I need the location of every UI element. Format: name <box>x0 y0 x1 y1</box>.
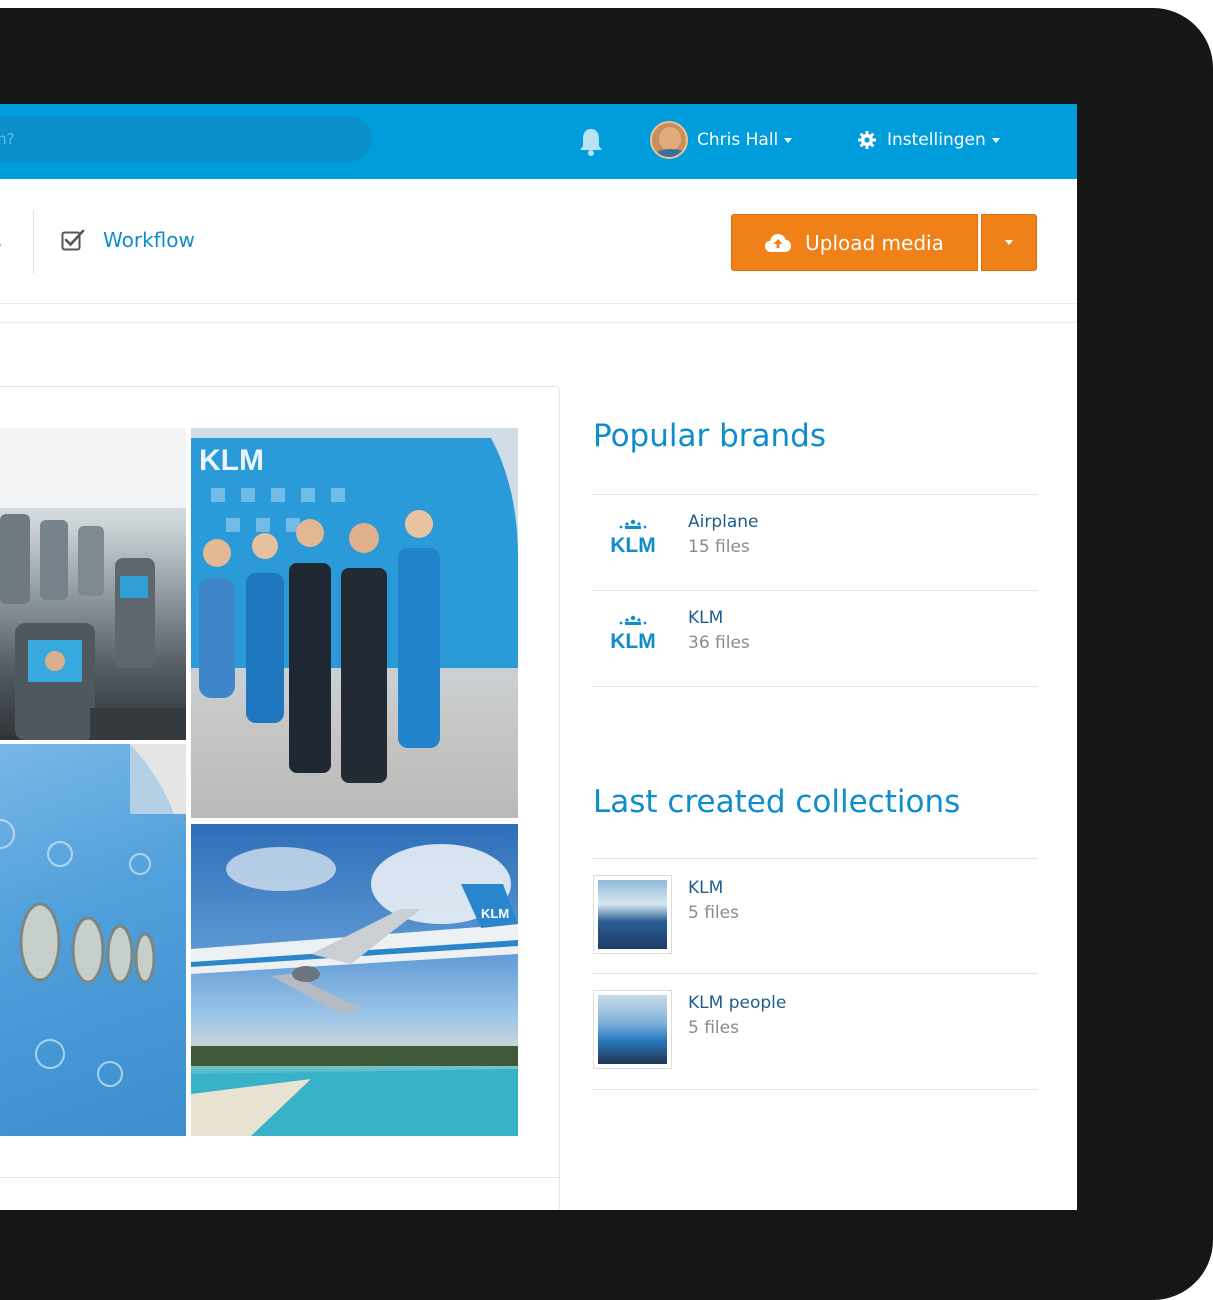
notification-bell-icon[interactable] <box>578 126 604 156</box>
user-name: Chris Hall <box>697 130 779 150</box>
upload-media-button[interactable]: Upload media <box>731 214 978 271</box>
brand-file-count: 36 files <box>688 633 750 653</box>
photo-crew-plane[interactable]: KLM <box>191 428 518 818</box>
brand-item-klm[interactable]: KLM KLM 36 files <box>593 590 1038 686</box>
collection-file-count: 5 files <box>688 1018 739 1038</box>
divider <box>593 686 1038 687</box>
search-input[interactable]: ts zoeken? <box>0 116 372 162</box>
klm-logo-icon: KLM <box>610 519 656 557</box>
nav-workflow-link[interactable]: Workflow <box>61 228 195 252</box>
crew-illustration: KLM <box>191 438 518 783</box>
workflow-label: Workflow <box>103 228 195 252</box>
collection-item-klm-people[interactable]: KLM people 5 files <box>593 973 1038 1089</box>
cabin-seats-illustration <box>0 428 186 740</box>
klm-logo-text: KLM <box>610 534 656 557</box>
settings-menu[interactable]: Instellingen <box>858 120 1000 160</box>
panel-footer-divider <box>0 1177 560 1178</box>
brand-title: Airplane <box>688 512 759 532</box>
collection-thumbnail <box>593 875 672 954</box>
collection-item-klm[interactable]: KLM 5 files <box>593 858 1038 973</box>
app-screen: ts zoeken? Chris Hall <box>0 104 1077 1210</box>
nav-divider <box>33 210 34 274</box>
user-menu[interactable]: Chris Hall <box>650 120 793 160</box>
tail-livery-text: KLM <box>481 906 509 921</box>
photo-landing-plane[interactable]: KLM <box>191 824 518 1136</box>
collection-file-count: 5 files <box>688 903 739 923</box>
chevron-down-icon <box>991 137 1000 143</box>
popular-brands-heading: Popular brands <box>593 418 826 454</box>
brand-title: KLM <box>688 608 724 628</box>
checkbox-check-icon <box>61 229 85 251</box>
fuselage-windows <box>0 744 186 1136</box>
photo-plane-fuselage[interactable] <box>0 744 186 1136</box>
chevron-down-icon <box>784 137 793 143</box>
brand-item-airplane[interactable]: KLM Airplane 15 files <box>593 494 1038 590</box>
avatar <box>650 121 688 159</box>
top-bar: ts zoeken? Chris Hall <box>0 104 1077 179</box>
collection-thumbnail <box>593 990 672 1069</box>
klm-logo-icon: KLM <box>610 615 656 653</box>
tablet-frame: ts zoeken? Chris Hall <box>0 8 1213 1300</box>
chevron-down-icon <box>1005 240 1013 245</box>
gear-icon <box>858 131 876 149</box>
subnav-border-lower <box>0 322 1077 323</box>
landing-plane-illustration: KLM <box>191 844 518 1136</box>
divider <box>593 1089 1038 1090</box>
klm-logo-text: KLM <box>610 630 656 653</box>
collection-title: KLM <box>688 878 724 898</box>
upload-options-dropdown[interactable] <box>981 214 1037 271</box>
subnav-border <box>0 303 1077 304</box>
collection-title: KLM people <box>688 993 787 1013</box>
last-collections-heading: Last created collections <box>593 784 961 820</box>
brand-file-count: 15 files <box>688 537 750 557</box>
upload-label: Upload media <box>805 230 944 255</box>
nav-guidelines-link[interactable]: delines <box>0 229 2 253</box>
cloud-upload-icon <box>765 233 792 252</box>
photo-cabin-interior[interactable] <box>0 428 186 740</box>
settings-label: Instellingen <box>887 130 986 150</box>
plane-livery-text: KLM <box>199 444 264 477</box>
